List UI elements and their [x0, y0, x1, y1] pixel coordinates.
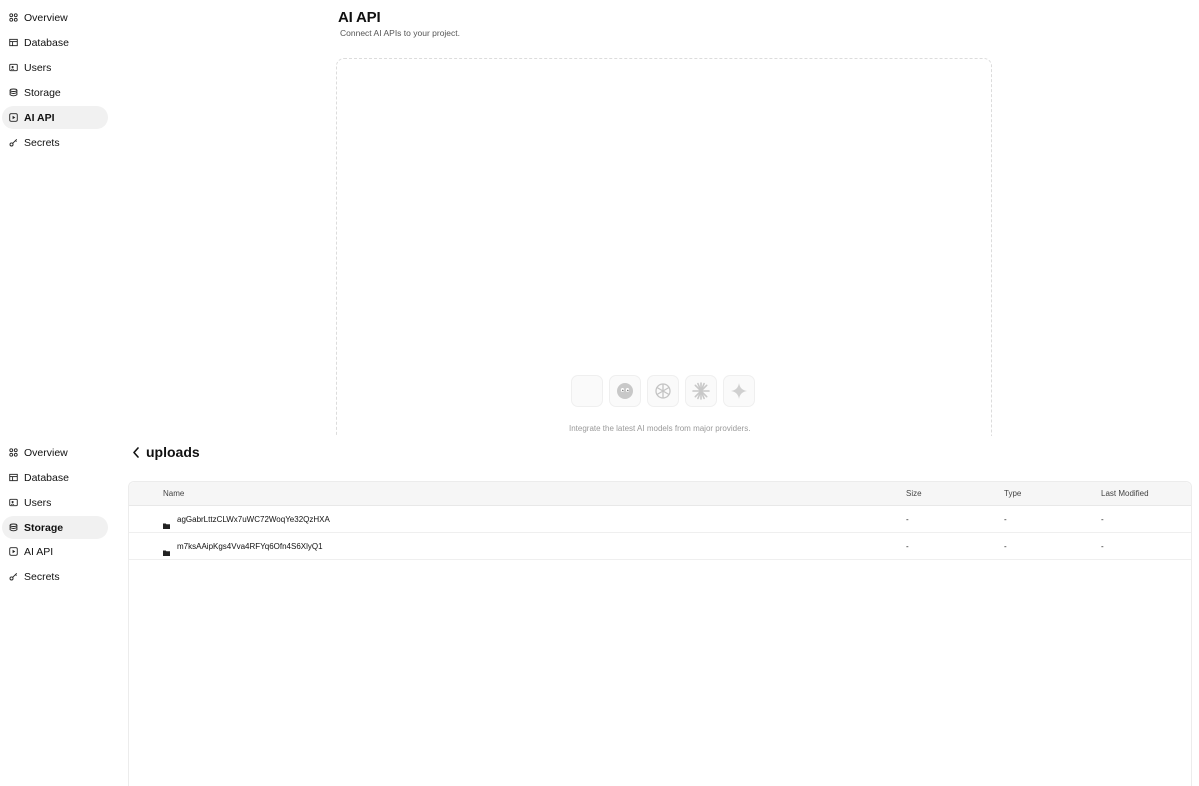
file-name: m7ksAAipKgs4Vva4RFYq6Ofn4S6XlyQ1	[177, 542, 323, 551]
file-modified: -	[1101, 542, 1104, 551]
asterisk-provider-icon	[685, 375, 717, 407]
integrate-text: Integrate the latest AI models from majo…	[569, 424, 751, 433]
sparkle-provider-icon	[723, 375, 755, 407]
folder-icon	[163, 516, 170, 529]
sidebar-item-storage[interactable]: Storage	[2, 516, 108, 539]
ai-icon	[8, 547, 18, 557]
table-header: Name Size Type Last Modified	[129, 482, 1191, 506]
sidebar-item-label: Secrets	[24, 136, 60, 149]
back-button[interactable]	[130, 446, 142, 462]
folder-title: uploads	[146, 444, 200, 460]
table-row[interactable]: agGabrLttzCLWx7uWC72WoqYe32QzHXA - - -	[129, 506, 1191, 533]
sidebar-item-database[interactable]: Database	[2, 31, 108, 54]
file-type: -	[1004, 542, 1007, 551]
sidebar-item-label: Database	[24, 471, 69, 484]
table-row[interactable]: m7ksAAipKgs4Vva4RFYq6Ofn4S6XlyQ1 - - -	[129, 533, 1191, 560]
storage-icon	[8, 88, 18, 98]
grid-icon	[8, 448, 18, 458]
sidebar-item-label: Users	[24, 61, 52, 74]
sidebar-item-label: Database	[24, 36, 69, 49]
sidebar-item-label: Storage	[24, 521, 64, 534]
sidebar-item-label: AI API	[24, 545, 54, 558]
column-header-type[interactable]: Type	[1004, 489, 1021, 498]
users-icon	[8, 498, 18, 508]
chevron-left-icon	[132, 445, 140, 463]
sidebar-item-label: Secrets	[24, 570, 60, 583]
sidebar-item-users[interactable]: Users	[2, 56, 108, 79]
grid-icon	[8, 13, 18, 23]
file-modified: -	[1101, 515, 1104, 524]
sidebar-item-label: Storage	[24, 86, 61, 99]
sidebar-item-label: AI API	[24, 111, 55, 124]
file-name: agGabrLttzCLWx7uWC72WoqYe32QzHXA	[177, 515, 330, 524]
sidebar-item-overview[interactable]: Overview	[2, 6, 108, 29]
sidebar-item-secrets[interactable]: Secrets	[2, 565, 108, 588]
file-type: -	[1004, 515, 1007, 524]
key-icon	[8, 572, 18, 582]
sidebar-item-storage[interactable]: Storage	[2, 81, 108, 104]
table-icon	[8, 473, 18, 483]
file-size: -	[906, 515, 909, 524]
provider-list	[571, 375, 755, 407]
storage-panel: Overview Database Users Storage AI API S…	[0, 436, 1199, 786]
folder-icon	[163, 543, 170, 556]
sidebar-item-label: Users	[24, 496, 52, 509]
sidebar-item-overview[interactable]: Overview	[2, 441, 108, 464]
sidebar-item-secrets[interactable]: Secrets	[2, 131, 108, 154]
users-icon	[8, 63, 18, 73]
table-icon	[8, 38, 18, 48]
moon-provider-icon	[571, 375, 603, 407]
column-header-last-modified[interactable]: Last Modified	[1101, 489, 1149, 498]
file-size: -	[906, 542, 909, 551]
openai-provider-icon	[647, 375, 679, 407]
sidebar-item-label: Overview	[24, 446, 68, 459]
ai-icon	[8, 113, 18, 123]
storage-icon	[8, 523, 18, 533]
files-table: Name Size Type Last Modified agGabrLttzC…	[128, 481, 1192, 786]
ghost-provider-icon	[609, 375, 641, 407]
sidebar-item-ai-api[interactable]: AI API	[2, 106, 108, 129]
page-subtitle: Connect AI APIs to your project.	[340, 28, 461, 38]
sidebar-item-users[interactable]: Users	[2, 491, 108, 514]
sidebar-item-database[interactable]: Database	[2, 466, 108, 489]
column-header-name[interactable]: Name	[163, 489, 184, 498]
ai-api-panel: Overview Database Users Storage AI API S…	[0, 0, 1199, 436]
key-icon	[8, 138, 18, 148]
page-title: AI API	[338, 9, 381, 26]
sidebar-item-ai-api[interactable]: AI API	[2, 540, 108, 563]
sidebar-item-label: Overview	[24, 11, 68, 24]
column-header-size[interactable]: Size	[906, 489, 922, 498]
